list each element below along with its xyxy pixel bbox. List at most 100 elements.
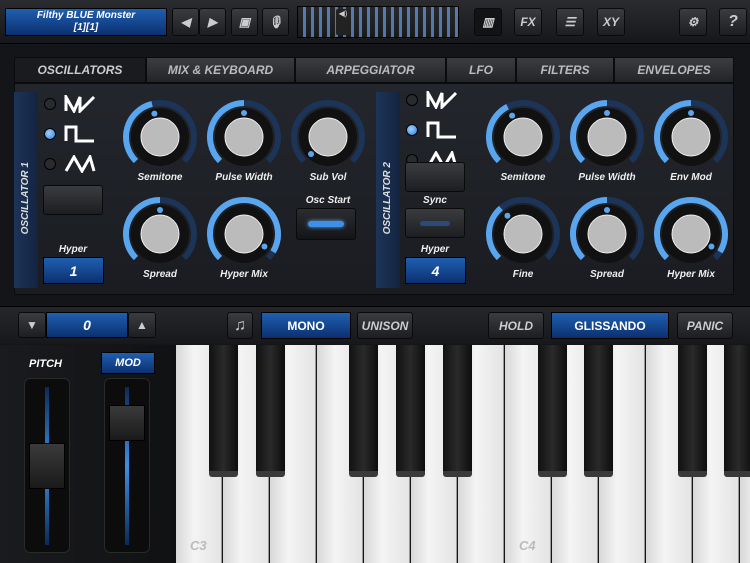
black-key[interactable] xyxy=(538,345,567,477)
preset-name: Filthy BLUE Monster xyxy=(36,10,136,21)
osc1-semitone-knob[interactable] xyxy=(122,99,198,175)
mixer-button[interactable]: ☰ xyxy=(556,8,584,36)
triangle-up-icon: ▲ xyxy=(136,318,148,332)
sync-button[interactable] xyxy=(405,208,465,238)
knob-indicator xyxy=(151,110,158,117)
osc2-strip: OSCILLATOR 2 xyxy=(376,92,400,288)
osc2-wave-square-radio[interactable] xyxy=(406,124,418,136)
tri-wave-icon xyxy=(64,155,96,173)
knob-indicator xyxy=(308,150,315,157)
pitch-wheel[interactable] xyxy=(24,378,70,553)
osc1-strip: OSCILLATOR 1 xyxy=(14,92,38,288)
knob-indicator xyxy=(157,207,163,213)
black-key[interactable] xyxy=(678,345,707,477)
osc2-wave-saw-radio[interactable] xyxy=(406,94,418,106)
osc2-semitone-knob[interactable] xyxy=(485,99,561,175)
tab-arpeggiator[interactable]: ARPEGGIATOR xyxy=(295,57,446,83)
osc1-sub-vol-label: Sub Vol xyxy=(309,172,347,183)
record-button[interactable]: 🎙 xyxy=(262,8,289,36)
prev-preset-button[interactable]: ◀ xyxy=(172,8,199,36)
black-key[interactable] xyxy=(349,345,378,477)
glissando-button[interactable]: GLISSANDO xyxy=(551,312,669,339)
speaker-icon[interactable]: ◀) xyxy=(336,9,350,35)
square-wave-icon xyxy=(426,121,456,139)
black-key[interactable] xyxy=(443,345,472,477)
mod-wheel-thumb[interactable] xyxy=(109,405,145,442)
tab-oscillators[interactable]: OSCILLATORS xyxy=(14,57,146,83)
knob-indicator xyxy=(241,110,247,116)
osc2-hyper-mix-knob[interactable] xyxy=(653,196,729,272)
osc1-hyper-mix-label: Hyper Mix xyxy=(220,269,268,280)
help-button[interactable]: ? xyxy=(719,8,747,36)
osc-start-led xyxy=(308,221,344,227)
tab-mix-keyboard[interactable]: MIX & KEYBOARD xyxy=(146,57,295,83)
knob-indicator xyxy=(504,212,511,219)
black-key[interactable] xyxy=(209,345,238,477)
triangle-down-icon: ▼ xyxy=(26,318,38,332)
osc1-wave-tri-radio[interactable] xyxy=(44,158,56,170)
osc1-wave-saw-radio[interactable] xyxy=(44,98,56,110)
key-label: C4 xyxy=(519,538,536,553)
volume-slider[interactable]: ◀) xyxy=(297,6,459,38)
keyboard-view-button[interactable]: ▥ xyxy=(474,8,502,36)
knob-indicator xyxy=(509,112,516,119)
osc2-spread-label: Spread xyxy=(590,269,624,280)
black-key[interactable] xyxy=(584,345,613,477)
next-preset-button[interactable]: ▶ xyxy=(199,8,226,36)
gear-icon: ⚙ xyxy=(687,15,699,29)
tab-filters[interactable]: FILTERS xyxy=(516,57,614,83)
xy-label: XY xyxy=(602,15,619,29)
osc1-pulse-width-label: Pulse Width xyxy=(215,172,273,183)
black-key[interactable] xyxy=(256,345,285,477)
octave-up-button[interactable]: ▲ xyxy=(128,312,156,338)
fx-label: FX xyxy=(520,15,536,29)
pitch-wheel-thumb[interactable] xyxy=(29,443,65,489)
osc2-pulse-width-knob[interactable] xyxy=(569,99,645,175)
sync-label: Sync xyxy=(423,195,447,206)
osc2-env-mod-label: Env Mod xyxy=(670,172,712,183)
mono-button[interactable]: MONO xyxy=(261,312,351,339)
knob-indicator xyxy=(261,243,268,250)
mod-label: MOD xyxy=(101,352,155,374)
osc1-hyper-label: Hyper xyxy=(58,244,88,255)
xy-button[interactable]: XY xyxy=(597,8,625,36)
panic-button[interactable]: PANIC xyxy=(677,312,733,339)
note-button[interactable]: ♫ xyxy=(227,312,253,339)
osc2-hyper-value[interactable]: 4 xyxy=(405,257,466,284)
hold-button[interactable]: HOLD xyxy=(488,312,544,339)
osc1-spread-knob[interactable] xyxy=(122,196,198,272)
osc1-pulse-width-knob[interactable] xyxy=(206,99,282,175)
osc1-sub-vol-knob[interactable] xyxy=(290,99,366,175)
osc1-wave-toggle-button[interactable] xyxy=(43,185,103,215)
tab-lfo[interactable]: LFO xyxy=(446,57,516,83)
mod-wheel[interactable] xyxy=(104,378,150,553)
saw-wave-icon xyxy=(426,91,458,109)
save-button[interactable]: ▣ xyxy=(231,8,258,36)
osc2-wave-toggle-button[interactable] xyxy=(405,162,465,192)
osc2-spread-knob[interactable] xyxy=(569,196,645,272)
octave-down-button[interactable]: ▼ xyxy=(18,312,46,338)
osc2-hyper-label: Hyper xyxy=(420,244,450,255)
osc-start-button[interactable] xyxy=(296,208,356,240)
fx-button[interactable]: FX xyxy=(514,8,542,36)
tab-envelopes[interactable]: ENVELOPES xyxy=(614,57,734,83)
microphone-icon: 🎙 xyxy=(267,15,284,29)
osc-start-label: Osc Start xyxy=(305,195,351,206)
black-key[interactable] xyxy=(396,345,425,477)
osc2-env-mod-knob[interactable] xyxy=(653,99,729,175)
osc2-pulse-width-label: Pulse Width xyxy=(578,172,636,183)
osc1-hyper-value[interactable]: 1 xyxy=(43,257,104,284)
unison-button[interactable]: UNISON xyxy=(357,312,413,339)
black-key[interactable] xyxy=(724,345,750,477)
settings-button[interactable]: ⚙ xyxy=(679,8,707,36)
osc2-fine-knob[interactable] xyxy=(485,196,561,272)
sync-led xyxy=(420,220,450,226)
preset-display[interactable]: Filthy BLUE Monster [1][1] xyxy=(5,8,167,36)
knob-indicator xyxy=(604,207,610,213)
piano-icon: ▥ xyxy=(482,15,494,29)
knob-indicator xyxy=(688,110,694,116)
osc1-title: OSCILLATOR 1 xyxy=(20,162,31,235)
osc1-wave-square-radio[interactable] xyxy=(44,128,56,140)
osc1-hyper-mix-knob[interactable] xyxy=(206,196,282,272)
chevron-right-icon: ▶ xyxy=(207,15,218,29)
